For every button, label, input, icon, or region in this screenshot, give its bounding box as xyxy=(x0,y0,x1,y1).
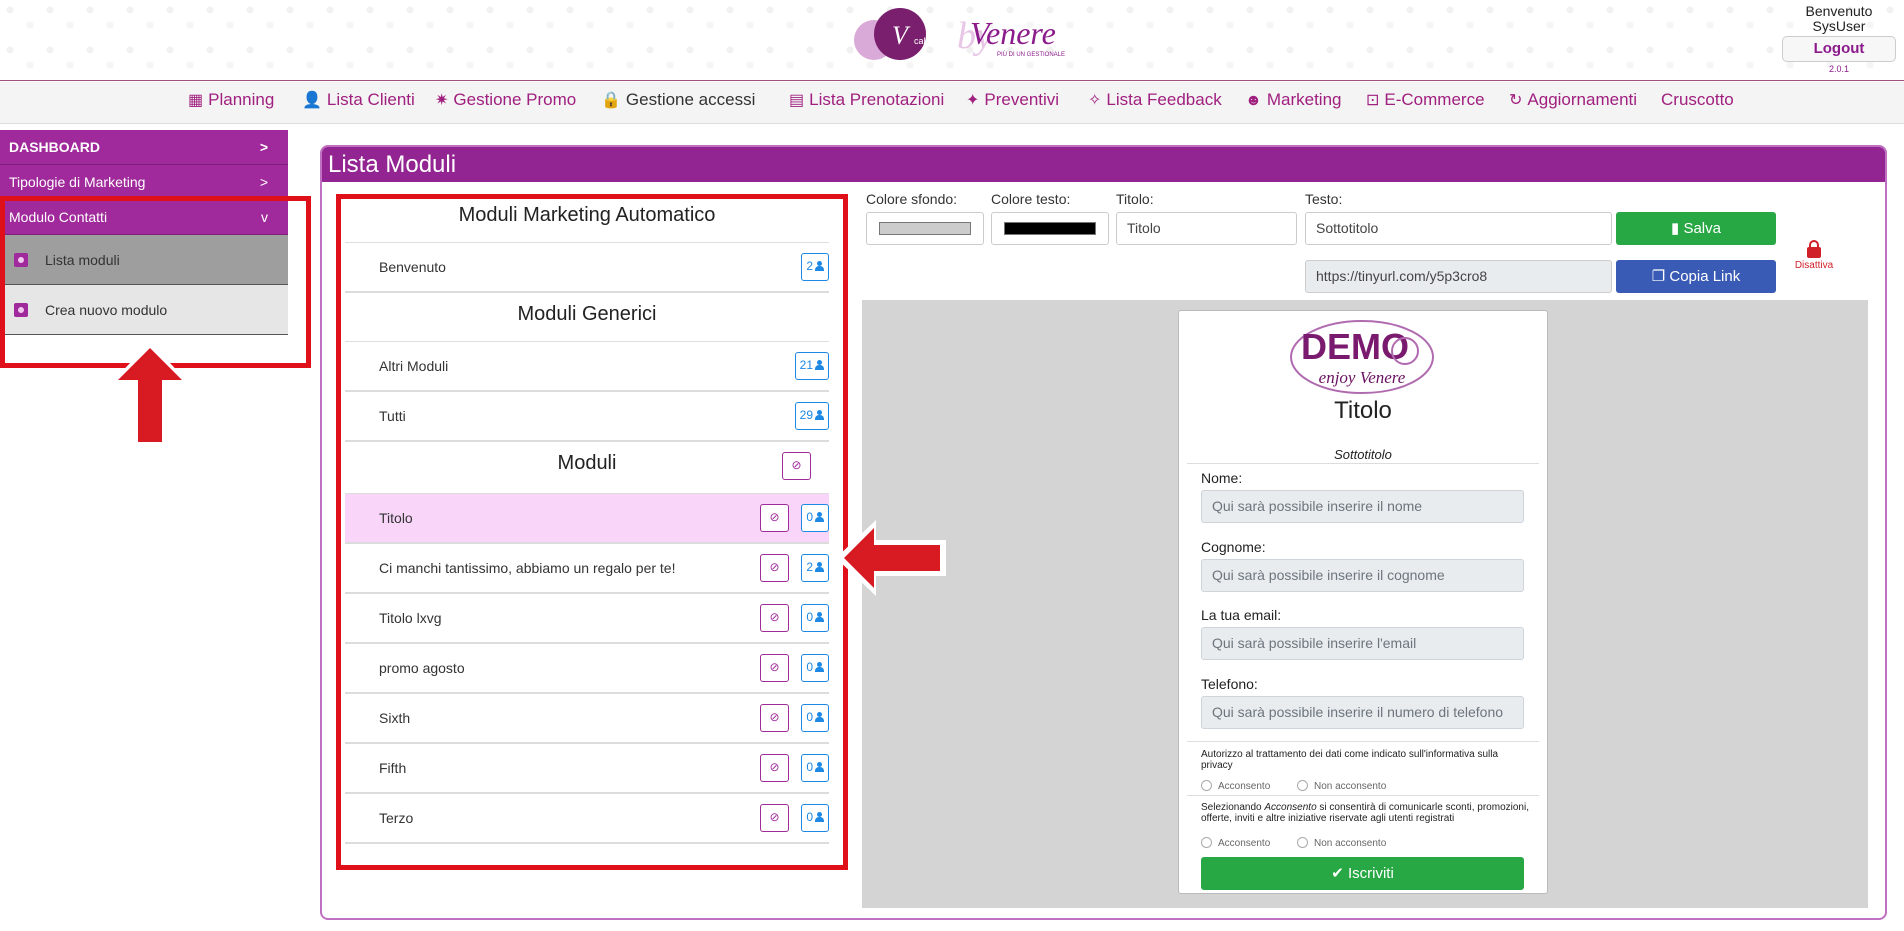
chat-icon: ▤ xyxy=(789,92,805,109)
name-input[interactable]: Qui sarà possibile inserire il nome xyxy=(1201,490,1524,523)
stars-icon: ✦ xyxy=(966,92,980,109)
stars-icon: ✧ xyxy=(1088,92,1102,109)
radio-icon xyxy=(1201,837,1212,848)
nav-marketing[interactable]: ☻ Marketing xyxy=(1245,90,1341,110)
field-label: Nome: xyxy=(1201,470,1243,486)
form-preview-area: DEMO enjoy Venere Titolo Sottotitolo Nom… xyxy=(862,300,1868,908)
svg-text:Venere: Venere xyxy=(970,15,1056,51)
radio-icon xyxy=(1201,780,1212,791)
privacy-consent-yes[interactable]: Acconsento xyxy=(1201,780,1270,792)
lock-icon xyxy=(1807,240,1821,258)
lock-icon: 🔒 xyxy=(601,92,621,109)
annotation-arrow-up xyxy=(112,342,188,446)
text-color-swatch xyxy=(1004,222,1096,235)
marketing-consent-yes[interactable]: Acconsento xyxy=(1201,837,1270,849)
username: SysUser xyxy=(1812,18,1866,34)
phone-input[interactable]: Qui sarà possibile inserire il numero di… xyxy=(1201,696,1524,729)
field-label: Cognome: xyxy=(1201,539,1266,555)
privacy-consent-no[interactable]: Non acconsento xyxy=(1297,780,1386,792)
version-label: 2.0.1 xyxy=(1828,64,1850,74)
logout-button[interactable]: Logout xyxy=(1782,36,1896,62)
copy-link-button[interactable]: ❐ Copia Link xyxy=(1616,260,1776,293)
sidebar-item-dashboard[interactable]: DASHBOARD > xyxy=(0,130,288,165)
nav-gestione-accessi[interactable]: 🔒 Gestione accessi xyxy=(601,90,755,110)
text-color-picker[interactable] xyxy=(991,212,1109,245)
cart-icon: ⊡ xyxy=(1366,92,1380,109)
text-input[interactable]: Sottotitolo xyxy=(1305,212,1612,245)
save-icon: ▮ xyxy=(1671,220,1684,237)
email-input[interactable]: Qui sarà possibile inserire l'email xyxy=(1201,627,1524,660)
app-logo[interactable]: V calendar by Venere PIÙ DI UN GESTIONAL… xyxy=(852,4,1072,68)
preview-subtitle: Sottotitolo xyxy=(1334,447,1392,462)
form-preview-card: DEMO enjoy Venere Titolo Sottotitolo Nom… xyxy=(1178,310,1548,894)
sidebar-item-tipologie[interactable]: Tipologie di Marketing > xyxy=(0,165,288,200)
nav-aggiornamenti[interactable]: ↻ Aggiornamenti xyxy=(1509,90,1637,110)
radio-icon xyxy=(1297,837,1308,848)
check-icon: ✔ xyxy=(1331,865,1348,882)
bg-color-swatch xyxy=(879,222,971,235)
main-nav: ▦ Planning 👤 Lista Clienti ✷ Gestione Promo… xyxy=(0,82,1904,124)
privacy-text: Autorizzo al trattamento dei dati come i… xyxy=(1201,749,1499,771)
radio-icon xyxy=(1297,780,1308,791)
refresh-icon: ↻ xyxy=(1509,92,1523,109)
calendar-icon: ▦ xyxy=(188,92,204,109)
title-label: Titolo: xyxy=(1116,191,1154,207)
welcome-text: Benvenuto xyxy=(1805,3,1873,19)
deactivate-button[interactable]: Disattiva xyxy=(1794,239,1834,271)
panel-title: Lista Moduli xyxy=(322,147,1885,182)
divider xyxy=(1187,795,1539,796)
nav-ecommerce[interactable]: ⊡ E-Commerce xyxy=(1366,90,1485,110)
nav-cruscotto[interactable]: Cruscotto xyxy=(1661,90,1734,110)
svg-text:calendar: calendar xyxy=(914,36,949,46)
svg-text:enjoy Venere: enjoy Venere xyxy=(1319,368,1406,387)
marketing-text: Selezionando Acconsento si consentirà di… xyxy=(1201,802,1529,824)
annotation-box-list xyxy=(336,194,848,870)
field-label: La tua email: xyxy=(1201,607,1282,623)
alien-icon: ☻ xyxy=(1245,92,1262,109)
chevron-right-icon: > xyxy=(259,139,268,155)
annotation-arrow-left xyxy=(836,520,946,596)
nav-lista-clienti[interactable]: 👤 Lista Clienti xyxy=(302,90,415,110)
text-color-label: Colore testo: xyxy=(991,191,1071,207)
demo-logo: DEMO enjoy Venere xyxy=(1290,320,1434,394)
top-header: V calendar by Venere PIÙ DI UN GESTIONAL… xyxy=(0,0,1904,81)
nav-gestione-promo[interactable]: ✷ Gestione Promo xyxy=(435,90,576,110)
link-field[interactable]: https://tinyurl.com/y5p3cro8 xyxy=(1305,260,1612,293)
bg-color-picker[interactable] xyxy=(866,212,984,245)
nav-lista-feedback[interactable]: ✧ Lista Feedback xyxy=(1088,90,1222,110)
nav-preventivi[interactable]: ✦ Preventivi xyxy=(966,90,1059,110)
svg-text:PIÙ DI UN GESTIONALE: PIÙ DI UN GESTIONALE xyxy=(997,51,1065,58)
nav-planning[interactable]: ▦ Planning xyxy=(188,90,274,110)
bg-color-label: Colore sfondo: xyxy=(866,191,958,207)
chevron-right-icon: > xyxy=(259,174,268,190)
surname-input[interactable]: Qui sarà possibile inserire il cognome xyxy=(1201,559,1524,592)
marketing-consent-no[interactable]: Non acconsento xyxy=(1297,837,1386,849)
subscribe-button[interactable]: ✔ Iscriviti xyxy=(1201,857,1524,890)
divider xyxy=(1187,463,1539,464)
title-input[interactable]: Titolo xyxy=(1116,212,1297,245)
nav-lista-prenotazioni[interactable]: ▤ Lista Prenotazioni xyxy=(789,90,944,110)
copy-icon: ❐ xyxy=(1651,268,1670,285)
field-label: Telefono: xyxy=(1201,676,1258,692)
save-button[interactable]: ▮ Salva xyxy=(1616,212,1776,245)
preview-title: Titolo xyxy=(1334,397,1392,424)
user-icon: 👤 xyxy=(302,92,322,109)
user-box: Benvenuto SysUser Logout 2.0.1 xyxy=(1780,4,1898,77)
divider xyxy=(1187,741,1539,742)
gear-icon: ✷ xyxy=(435,92,449,109)
text-label: Testo: xyxy=(1305,191,1343,207)
